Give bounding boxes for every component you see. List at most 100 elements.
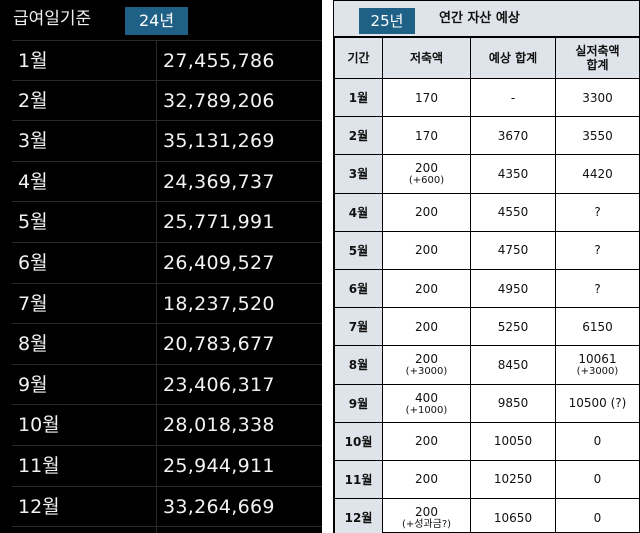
forecast-saving: 200 (+600) <box>382 154 471 194</box>
forecast-saving-main: 200 <box>415 243 438 258</box>
forecast-month: 1월 <box>334 77 383 118</box>
forecast-row: 5월 200 4750? <box>334 230 640 270</box>
salary-table: 급여일기준 24년 1월 27,455,786 2월 32,789,206 3월 35,1… <box>0 0 322 533</box>
forecast-header-cell: 저축액 <box>382 37 471 79</box>
forecast-actual: ? <box>555 268 640 309</box>
forecast-actual-main: 0 <box>593 472 602 487</box>
salary-month: 9월 <box>18 373 48 396</box>
salary-value: 20,783,677 <box>163 333 275 356</box>
forecast-saving: 200 <box>382 459 471 500</box>
forecast-saving-main: 200 <box>415 161 438 176</box>
forecast-month: 2월 <box>334 116 383 156</box>
forecast-actual: 0 <box>555 421 640 461</box>
forecast-month: 10월 <box>334 421 383 461</box>
forecast-expected: 8450 <box>470 345 556 385</box>
forecast-actual-main: 3550 <box>582 128 613 143</box>
salary-value: 27,455,786 <box>163 50 275 72</box>
forecast-actual: 10061 (+3000) <box>555 345 640 385</box>
salary-value: 32,789,206 <box>163 89 275 112</box>
salary-rows: 1월 27,455,786 2월 32,789,206 3월 35,131,269 4월 24… <box>12 40 322 528</box>
salary-row: 6월 26,409,527 <box>12 243 322 284</box>
salary-row: 10월 28,018,338 <box>12 405 322 446</box>
forecast-actual: 0 <box>555 498 640 533</box>
forecast-actual: 4420 <box>555 154 640 194</box>
forecast-saving: 200 <box>382 421 471 461</box>
salary-value: 25,944,911 <box>163 454 275 477</box>
forecast-header-cell: 실저축액 합계 <box>555 37 640 79</box>
forecast-saving-main: 200 <box>415 352 438 367</box>
forecast-saving-note: (+600) <box>408 175 445 187</box>
salary-month: 1월 <box>18 50 48 72</box>
salary-month: 6월 <box>18 251 48 274</box>
forecast-saving: 200 (+성과금?) <box>382 498 471 533</box>
forecast-actual-main: 0 <box>593 510 602 525</box>
forecast-table: 25년 연간 자산 예상 기간 저축액 예상 합계 실저축액 합계 1월 170 - 3300… <box>333 0 640 533</box>
panel-gap <box>322 0 333 533</box>
forecast-expected: 10650 <box>470 498 556 533</box>
forecast-actual: 3550 <box>555 116 640 156</box>
forecast-row: 12월 200 (+성과금?) 10650 0 <box>334 498 640 533</box>
forecast-actual-note: (+3000) <box>576 366 619 378</box>
salary-value: 18,237,520 <box>163 292 275 315</box>
salary-header: 급여일기준 24년 <box>0 0 322 40</box>
forecast-actual: 0 <box>555 459 640 500</box>
forecast-saving-note: (+1000) <box>405 404 448 416</box>
forecast-saving: 200 <box>382 230 471 270</box>
forecast-actual-main: 4420 <box>582 166 613 181</box>
forecast-saving: 200 <box>382 192 471 232</box>
forecast-actual-main: ? <box>594 205 601 220</box>
forecast-expected: - <box>470 77 556 118</box>
salary-row: 8월 20,783,677 <box>12 324 322 365</box>
salary-month: 3월 <box>18 130 48 153</box>
forecast-expected: 4950 <box>470 268 556 309</box>
forecast-header: 25년 연간 자산 예상 <box>334 1 639 37</box>
forecast-row: 3월 200 (+600) 4350 4420 <box>334 154 640 194</box>
salary-row: 12월 33,264,669 <box>12 487 322 528</box>
forecast-actual-main: 0 <box>593 434 602 449</box>
forecast-actual: 10500 (?) <box>555 383 640 423</box>
forecast-row: 9월 400 (+1000) 9850 10500 (?) <box>334 383 640 423</box>
salary-row: 1월 27,455,786 <box>12 40 322 81</box>
forecast-month: 9월 <box>334 383 383 423</box>
forecast-saving-main: 200 <box>415 434 438 449</box>
forecast-month: 5월 <box>334 230 383 270</box>
forecast-title: 연간 자산 예상 <box>439 11 520 26</box>
salary-value: 24,369,737 <box>163 170 275 193</box>
salary-value: 28,018,338 <box>163 414 275 437</box>
forecast-saving: 200 (+3000) <box>382 345 471 385</box>
forecast-expected: 4350 <box>470 154 556 194</box>
forecast-month: 7월 <box>334 307 383 347</box>
forecast-grid: 기간 저축액 예상 합계 실저축액 합계 1월 170 - 3300 2월 170 3670 3550… <box>334 37 640 533</box>
forecast-saving-main: 200 <box>415 281 438 296</box>
forecast-row: 11월 200 10250 0 <box>334 459 640 500</box>
forecast-actual-main: ? <box>594 281 601 296</box>
forecast-year-tag: 25년 <box>359 8 415 34</box>
forecast-saving-main: 200 <box>415 319 438 334</box>
salary-month: 4월 <box>18 170 48 193</box>
forecast-saving: 200 <box>382 307 471 347</box>
forecast-month: 6월 <box>334 268 383 309</box>
forecast-saving: 400 (+1000) <box>382 383 471 423</box>
salary-row: 7월 18,237,520 <box>12 284 322 325</box>
forecast-saving-main: 170 <box>415 128 438 143</box>
salary-value: 23,406,317 <box>163 373 275 396</box>
forecast-saving-main: 200 <box>415 205 438 220</box>
salary-month: 7월 <box>18 292 48 315</box>
forecast-saving-main: 200 <box>415 505 438 520</box>
forecast-row: 2월 170 3670 3550 <box>334 116 640 156</box>
forecast-saving-note: (+성과금?) <box>401 519 452 531</box>
forecast-month: 12월 <box>334 498 383 533</box>
salary-month: 2월 <box>18 89 48 112</box>
forecast-month: 11월 <box>334 459 383 500</box>
forecast-month: 8월 <box>334 345 383 385</box>
forecast-saving-main: 170 <box>415 90 438 105</box>
forecast-actual-main: 3300 <box>582 90 613 105</box>
salary-row: 2월 32,789,206 <box>12 81 322 122</box>
forecast-expected: 4750 <box>470 230 556 270</box>
forecast-expected: 4550 <box>470 192 556 232</box>
forecast-saving-main: 200 <box>415 472 438 487</box>
salary-title: 급여일기준 <box>13 9 92 29</box>
forecast-saving: 200 <box>382 268 471 309</box>
forecast-actual-main: 6150 <box>582 319 613 334</box>
salary-row: 5월 25,771,991 <box>12 202 322 243</box>
